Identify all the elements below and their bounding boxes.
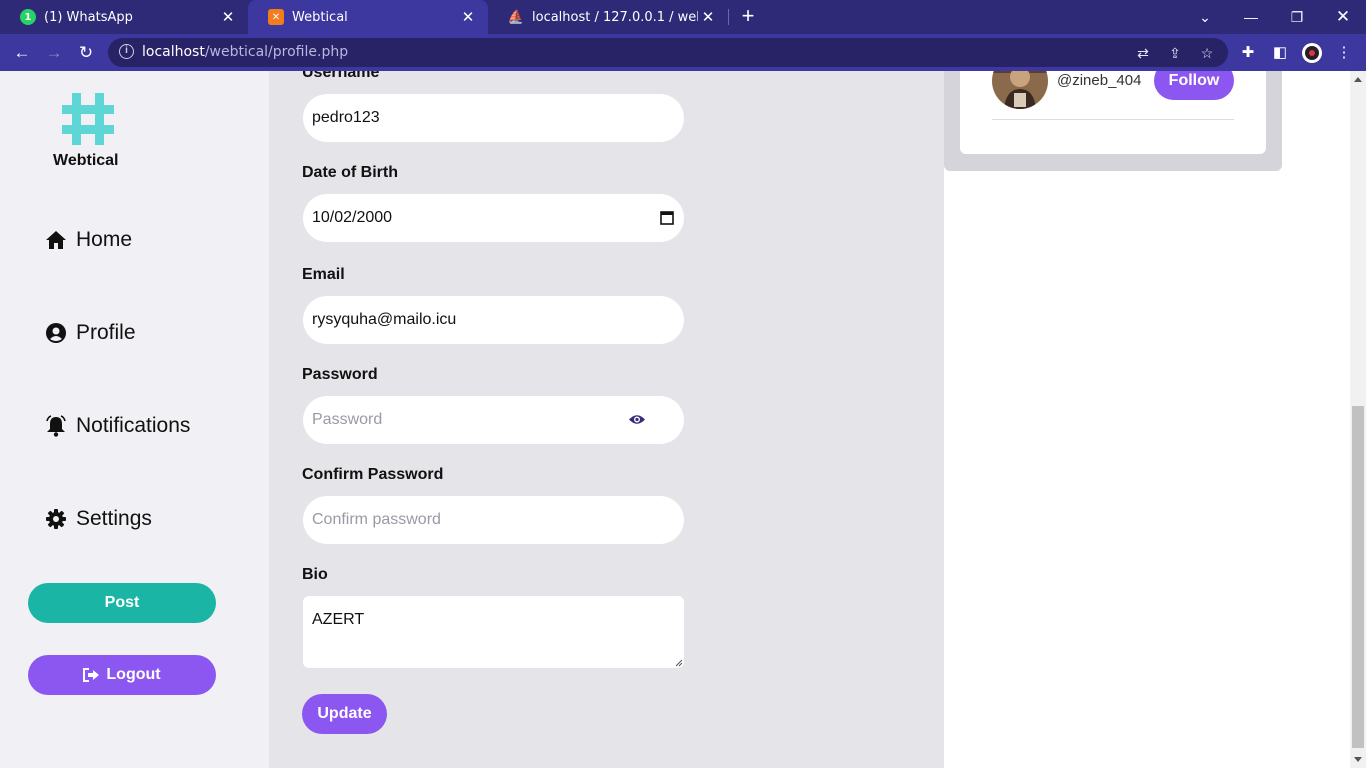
tab-separator (728, 9, 729, 25)
page-scrollbar[interactable] (1350, 71, 1366, 768)
close-tab-icon[interactable]: ✕ (698, 8, 718, 26)
suggested-user-handle: @zineb_404 (1057, 72, 1142, 89)
resize-grip-icon[interactable] (675, 659, 683, 667)
share-icon[interactable]: ⇪ (1166, 44, 1184, 62)
bookmark-star-icon[interactable]: ☆ (1198, 44, 1216, 62)
tab-webtical[interactable]: ✕ Webtical ✕ (248, 0, 488, 34)
username-input[interactable]: pedro123 (303, 94, 684, 142)
password-label: Password (302, 366, 378, 383)
phpmyadmin-icon: ⛵ (507, 9, 525, 25)
sidebar-item-label: Settings (76, 507, 152, 530)
side-panel-icon[interactable]: ◧ (1269, 42, 1291, 64)
tab-whatsapp[interactable]: 1 (1) WhatsApp ✕ (0, 0, 248, 34)
back-arrow-icon[interactable]: ← (9, 40, 35, 66)
sidebar-item-label: Profile (76, 321, 136, 344)
address-bar[interactable]: i localhost/webtical/profile.php ⇄ ⇪ ☆ (108, 38, 1228, 67)
tab-title: Webtical (292, 9, 348, 25)
home-icon (45, 229, 67, 251)
confirm-password-label: Confirm Password (302, 466, 444, 483)
url-text: localhost/webtical/profile.php (142, 44, 349, 60)
follow-button[interactable]: Follow (1154, 71, 1234, 100)
right-panel: zineb @zineb_404 Follow (944, 71, 1350, 768)
brand-name[interactable]: Webtical (53, 152, 119, 170)
whatsapp-icon: 1 (20, 9, 36, 25)
scroll-down-arrow-icon[interactable] (1354, 757, 1362, 762)
hashtag-logo-icon[interactable] (60, 91, 116, 147)
sidebar-item-home[interactable]: Home (45, 228, 132, 252)
tab-phpmyadmin[interactable]: ⛵ localhost / 127.0.0.1 / webticale / ✕ (488, 0, 728, 34)
minimize-button[interactable]: — (1228, 0, 1274, 34)
tab-search-icon[interactable]: ⌄ (1182, 0, 1228, 34)
post-button[interactable]: Post (28, 583, 216, 623)
logout-button[interactable]: Logout (28, 655, 216, 695)
bio-textarea[interactable]: AZERT (303, 596, 684, 668)
bio-label: Bio (302, 566, 328, 583)
scroll-up-arrow-icon[interactable] (1354, 77, 1362, 82)
page-content: Webtical Home Profile Notifications Sett… (0, 71, 1350, 768)
follow-suggestion-card: zineb @zineb_404 Follow (960, 71, 1266, 154)
site-info-icon[interactable]: i (119, 44, 134, 59)
password-input[interactable]: Password (303, 396, 684, 444)
close-tab-icon[interactable]: ✕ (218, 8, 238, 26)
email-label: Email (302, 266, 345, 283)
divider (992, 119, 1234, 120)
browser-tab-bar: 1 (1) WhatsApp ✕ ✕ Webtical ✕ ⛵ localhos… (0, 0, 1366, 34)
tab-title: (1) WhatsApp (44, 9, 133, 25)
sidebar-item-settings[interactable]: Settings (45, 507, 152, 531)
sidebar-item-notifications[interactable]: Notifications (45, 414, 190, 438)
show-password-eye-icon[interactable] (628, 413, 646, 431)
translate-icon[interactable]: ⇄ (1134, 44, 1152, 62)
profile-avatar-icon[interactable] (1301, 42, 1323, 64)
new-tab-button[interactable]: + (736, 5, 760, 29)
browser-menu-icon[interactable]: ⋮ (1333, 42, 1355, 64)
profile-form: Username pedro123 Date of Birth 10/02/20… (269, 71, 944, 768)
browser-toolbar: ← → ↻ i localhost/webtical/profile.php ⇄… (0, 34, 1366, 71)
sidebar-item-label: Notifications (76, 414, 191, 437)
sign-out-icon (83, 668, 100, 682)
forward-arrow-icon[interactable]: → (41, 40, 67, 66)
sidebar-item-label: Home (76, 228, 133, 251)
avatar[interactable] (992, 71, 1048, 109)
logout-label: Logout (106, 666, 161, 683)
gear-icon (45, 508, 67, 530)
bell-icon (45, 415, 67, 437)
sidebar-item-profile[interactable]: Profile (45, 321, 136, 345)
follow-suggestions-panel: zineb @zineb_404 Follow (944, 71, 1282, 171)
scroll-thumb[interactable] (1352, 406, 1364, 748)
close-tab-icon[interactable]: ✕ (458, 8, 478, 26)
dob-input[interactable]: 10/02/2000 (303, 194, 684, 242)
reload-icon[interactable]: ↻ (73, 40, 99, 66)
user-circle-icon (45, 322, 67, 344)
email-input[interactable]: rysyquha@mailo.icu (303, 296, 684, 344)
dob-label: Date of Birth (302, 164, 398, 181)
tab-title: localhost / 127.0.0.1 / webticale / (532, 9, 698, 25)
close-window-button[interactable]: ✕ (1320, 0, 1366, 34)
restore-button[interactable]: ❐ (1274, 0, 1320, 34)
confirm-password-input[interactable]: Confirm password (303, 496, 684, 544)
extensions-puzzle-icon[interactable]: ✚ (1237, 42, 1259, 64)
sidebar: Webtical Home Profile Notifications Sett… (0, 71, 269, 768)
update-button[interactable]: Update (302, 694, 387, 734)
username-label: Username (302, 71, 380, 81)
calendar-icon[interactable] (660, 210, 674, 230)
xampp-icon: ✕ (268, 9, 284, 25)
